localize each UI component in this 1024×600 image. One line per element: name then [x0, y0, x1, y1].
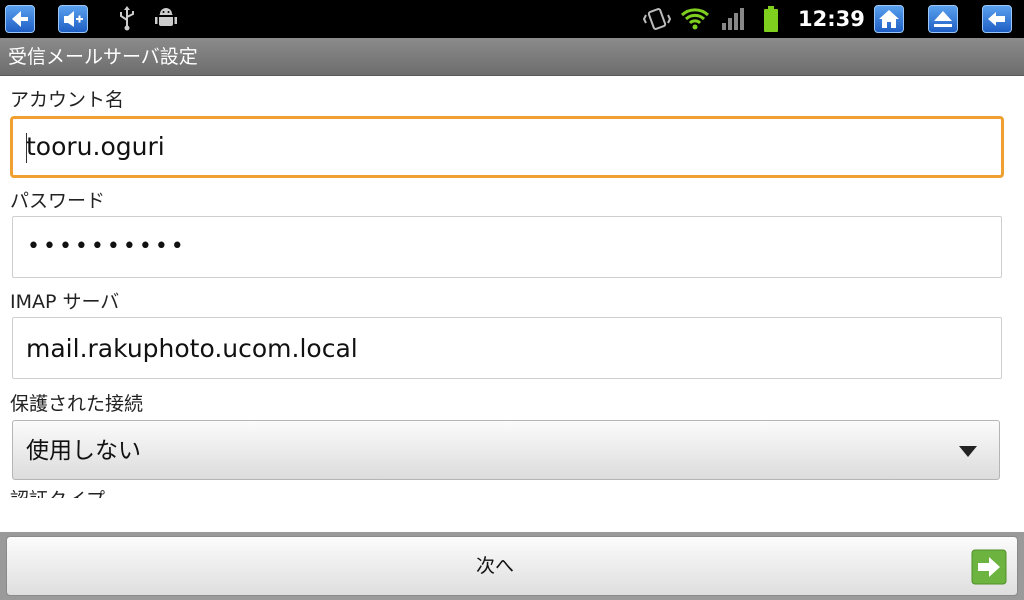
battery-icon	[762, 6, 780, 38]
imap-server-field[interactable]: mail.rakuphoto.ucom.local	[12, 317, 1002, 379]
next-button-label: 次へ	[475, 555, 514, 577]
vibrate-icon	[642, 6, 672, 36]
title-bar: 受信メールサーバ設定	[0, 38, 1024, 76]
security-dropdown-value: 使用しない	[26, 438, 141, 464]
wifi-icon	[680, 6, 710, 36]
password-value: ••••••••••	[27, 234, 187, 259]
page-title: 受信メールサーバ設定	[8, 46, 198, 68]
eject-icon[interactable]	[928, 5, 958, 33]
imap-server-value: mail.rakuphoto.ucom.local	[26, 334, 358, 363]
password-field[interactable]: ••••••••••	[12, 216, 1002, 278]
account-name-label: アカウント名	[10, 89, 125, 111]
back-arrow-icon[interactable]	[982, 5, 1012, 33]
chevron-down-icon	[959, 446, 977, 457]
scroll-clip	[0, 498, 1024, 532]
bottom-bar: 次へ	[0, 532, 1024, 600]
security-dropdown[interactable]: 使用しない	[12, 420, 1000, 480]
usb-icon	[116, 6, 138, 36]
password-label: パスワード	[10, 190, 106, 212]
clock: 12:39	[798, 7, 865, 31]
android-debug-icon	[154, 6, 178, 36]
account-name-field[interactable]: tooru.oguri	[10, 116, 1004, 178]
next-button[interactable]: 次へ	[6, 536, 1018, 596]
back-nav-icon[interactable]	[5, 5, 35, 33]
imap-server-label: IMAP サーバ	[10, 291, 120, 313]
arrow-right-icon	[971, 549, 1007, 585]
home-icon[interactable]	[874, 5, 904, 33]
account-name-value: tooru.oguri	[26, 132, 165, 161]
signal-icon	[720, 6, 746, 36]
status-bar: 12:39	[0, 0, 1024, 38]
security-label: 保護された接続	[10, 393, 144, 415]
volume-up-icon[interactable]	[58, 5, 88, 33]
